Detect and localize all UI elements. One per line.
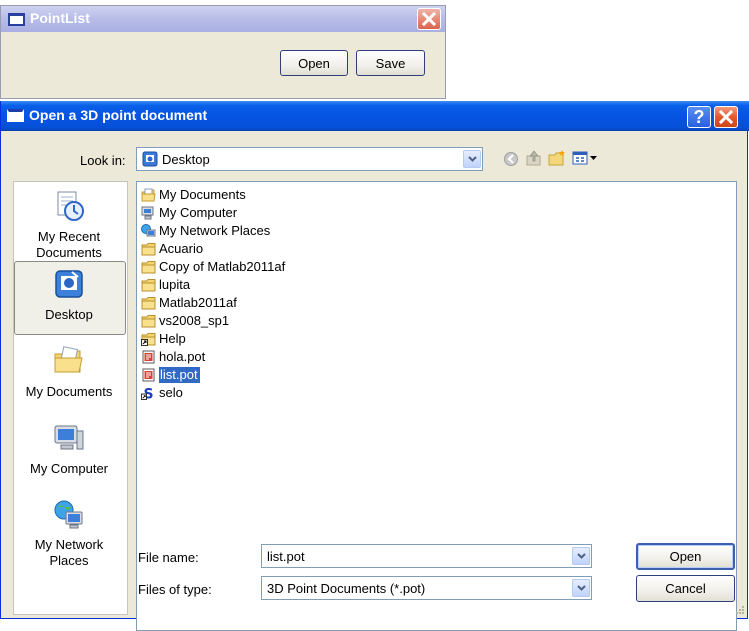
my-documents-icon	[54, 346, 83, 373]
file-name: Acuario	[159, 240, 204, 256]
file-name: My Documents	[159, 186, 246, 202]
list-item[interactable]: vs2008_sp1	[141, 312, 229, 329]
look-in-value: Desktop	[162, 152, 210, 167]
shortcut-icon	[141, 332, 156, 346]
place-label: My Recent	[37, 229, 101, 244]
folder-icon	[141, 260, 156, 273]
dialog-close-button[interactable]	[714, 106, 738, 128]
pointlist-window: PointList Open Save	[0, 5, 446, 99]
desktop-icon	[142, 151, 158, 167]
close-icon	[421, 11, 437, 27]
list-item[interactable]: My Documents	[141, 186, 246, 203]
file-name: Help	[159, 330, 186, 346]
list-item[interactable]: lupita	[141, 276, 190, 293]
file-name-value: list.pot	[267, 549, 305, 564]
list-item[interactable]: hola.pot	[141, 348, 205, 365]
place-desktop[interactable]: Desktop	[14, 267, 124, 323]
chevron-down-icon	[576, 585, 586, 591]
file-name-label: File name:	[138, 550, 199, 565]
window-icon	[7, 109, 24, 122]
place-label: Desktop	[45, 307, 93, 322]
file-name: My Computer	[159, 204, 238, 220]
place-label: Places	[49, 553, 89, 568]
look-in-label: Look in:	[80, 153, 126, 168]
recent-documents-icon	[57, 191, 84, 221]
chevron-down-icon	[467, 156, 477, 162]
window-icon	[8, 13, 25, 26]
my-computer-icon	[141, 206, 154, 219]
folder-icon	[141, 242, 156, 255]
file-name: Copy of Matlab2011af	[159, 258, 286, 274]
back-icon[interactable]	[503, 151, 519, 167]
files-of-type-label: Files of type:	[138, 582, 212, 597]
network-places-icon	[54, 500, 83, 529]
dialog-title-bar[interactable]: Open a 3D point document ?	[1, 101, 749, 131]
s-shortcut-icon: S	[141, 386, 155, 400]
chevron-down-icon	[576, 553, 586, 559]
folder-icon	[141, 278, 156, 291]
help-button[interactable]: ?	[687, 106, 711, 128]
cancel-button[interactable]: Cancel	[636, 575, 735, 602]
list-item[interactable]: My Computer	[141, 204, 237, 221]
list-item[interactable]: S selo	[141, 384, 183, 401]
folder-icon	[141, 314, 156, 327]
close-icon	[718, 109, 734, 125]
pointlist-open-button[interactable]: Open	[280, 50, 348, 76]
pot-file-icon	[142, 368, 155, 381]
open-file-dialog: Open a 3D point document ? Look in: Desk…	[0, 101, 749, 631]
place-my-documents[interactable]: My Documents	[14, 344, 124, 400]
list-item[interactable]: Matlab2011af	[141, 294, 237, 311]
up-folder-icon[interactable]	[525, 149, 543, 167]
pointlist-save-button[interactable]: Save	[356, 50, 425, 76]
file-name: selo	[159, 384, 183, 400]
file-name: hola.pot	[159, 348, 206, 364]
help-icon: ?	[693, 106, 705, 127]
look-in-dropdown[interactable]: Desktop	[136, 147, 483, 171]
list-item[interactable]: Copy of Matlab2011af	[141, 258, 285, 275]
list-item[interactable]: My Network Places	[141, 222, 270, 239]
list-item-selected[interactable]: list.pot	[141, 366, 200, 383]
list-item[interactable]: Acuario	[141, 240, 203, 257]
look-in-dropdown-arrow[interactable]	[463, 150, 481, 168]
pointlist-title: PointList	[30, 10, 90, 26]
files-of-type-value: 3D Point Documents (*.pot)	[267, 581, 426, 596]
my-computer-icon	[54, 425, 84, 450]
open-button[interactable]: Open	[636, 543, 735, 570]
place-label: My Documents	[25, 384, 113, 399]
view-menu-icon[interactable]	[572, 150, 600, 166]
file-name-input[interactable]: list.pot	[261, 544, 592, 568]
place-label: My Network	[34, 537, 104, 552]
resize-grip-icon[interactable]	[733, 603, 745, 615]
place-label: Documents	[36, 245, 102, 260]
desktop-icon	[55, 270, 83, 298]
place-my-computer[interactable]: My Computer	[14, 421, 124, 477]
place-my-network-places[interactable]: My Network Places	[14, 497, 124, 569]
file-name-dropdown-arrow[interactable]	[572, 547, 590, 565]
place-label: My Computer	[29, 461, 109, 476]
pointlist-close-button[interactable]	[417, 8, 441, 30]
folder-icon	[141, 296, 156, 309]
dialog-title: Open a 3D point document	[29, 107, 208, 123]
file-name: vs2008_sp1	[159, 312, 230, 328]
list-item[interactable]: Help	[141, 330, 186, 347]
file-name: lupita	[159, 276, 191, 292]
files-of-type-dropdown-arrow[interactable]	[572, 579, 590, 597]
new-folder-icon[interactable]	[548, 149, 567, 167]
file-name: list.pot	[159, 366, 200, 383]
place-my-recent-documents[interactable]: My Recent Documents	[14, 189, 124, 261]
files-of-type-dropdown[interactable]: 3D Point Documents (*.pot)	[261, 576, 592, 600]
my-documents-icon	[141, 188, 156, 201]
file-name: Matlab2011af	[159, 294, 237, 310]
network-places-icon	[141, 223, 156, 236]
file-name: My Network Places	[159, 222, 271, 238]
pot-file-icon	[142, 350, 155, 363]
pointlist-title-bar[interactable]: PointList	[1, 6, 445, 32]
